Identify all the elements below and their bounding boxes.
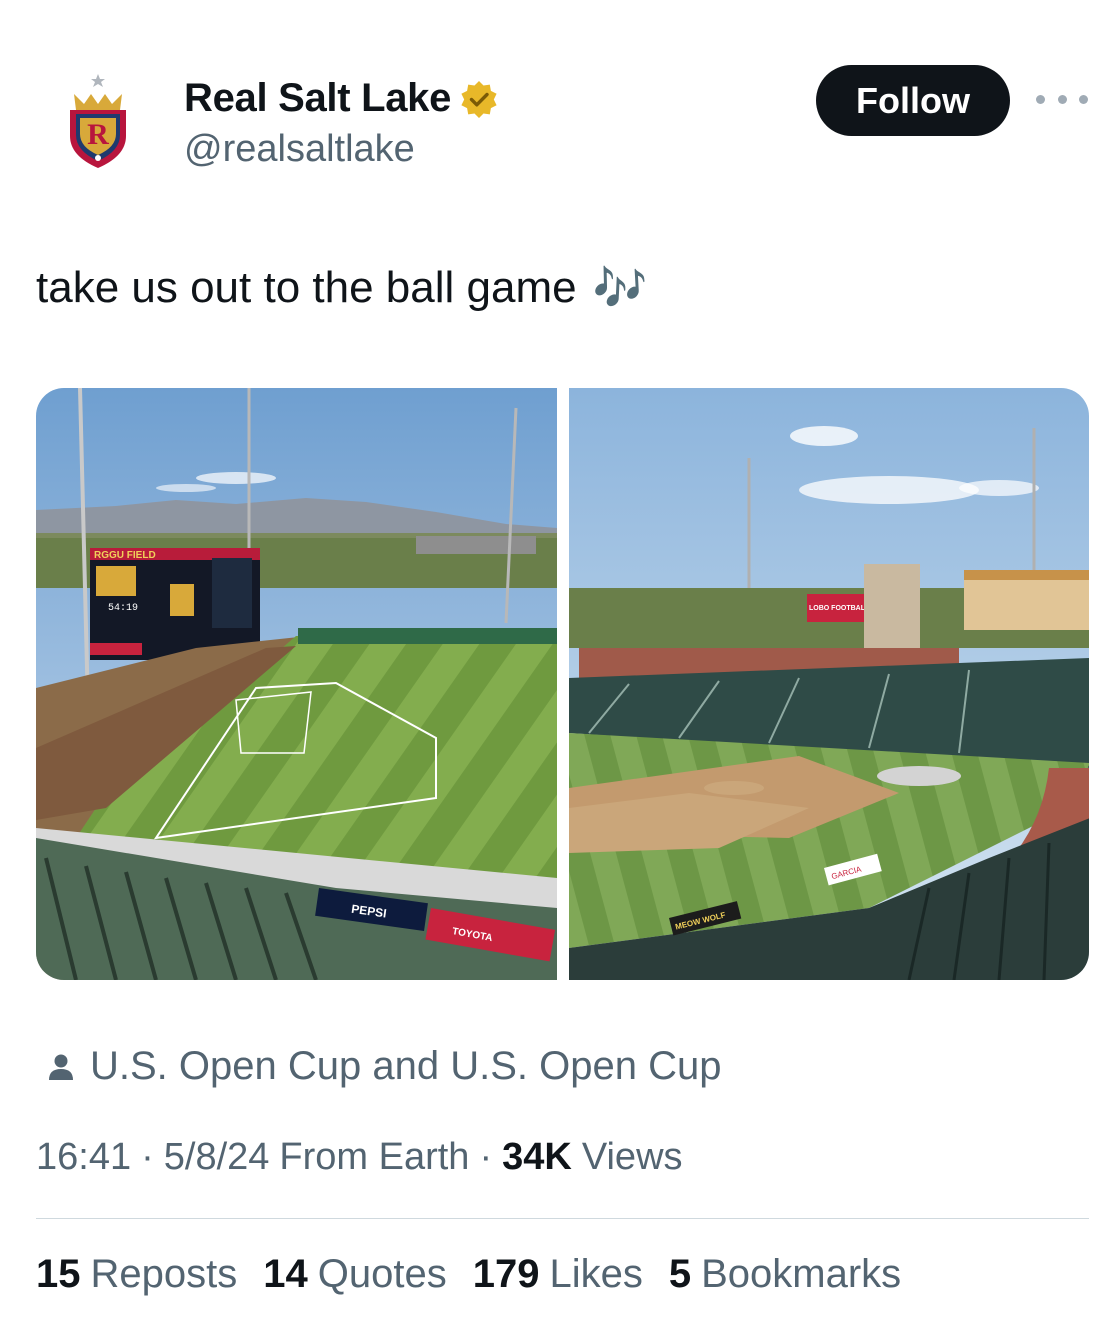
music-notes-emoji: 🎶	[592, 263, 648, 314]
likes-stat[interactable]: 179 Likes	[473, 1252, 643, 1297]
meta-separator: ·	[479, 1136, 493, 1178]
engagement-stats: 15 Reposts 14 Quotes 179 Likes 5 Bookmar…	[36, 1252, 927, 1297]
stadium-photo-left[interactable]: RGGU FIELD 54:19 PEPSI TOYOTA	[36, 388, 557, 980]
views-label: Views	[581, 1136, 683, 1178]
more-dots-icon[interactable]	[1036, 84, 1088, 114]
quotes-count: 14	[263, 1252, 308, 1296]
dot	[1036, 94, 1045, 104]
board-banner: RGGU FIELD	[94, 550, 156, 561]
likes-label: Likes	[549, 1252, 643, 1296]
media-grid: RGGU FIELD 54:19 PEPSI TOYOTA LOBO FOOTB…	[36, 388, 1089, 980]
bookmarks-label: Bookmarks	[701, 1252, 902, 1296]
verified-gold-badge-icon	[461, 80, 497, 118]
scoreboard-clock: 54:19	[108, 603, 138, 614]
bookmarks-stat[interactable]: 5 Bookmarks	[669, 1252, 901, 1297]
avatar[interactable]: R	[60, 70, 136, 170]
svg-text:R: R	[87, 118, 109, 151]
quotes-label: Quotes	[317, 1252, 447, 1296]
reposts-stat[interactable]: 15 Reposts	[36, 1252, 237, 1297]
stadium-photo-right[interactable]: LOBO FOOTBALL GARCIA MEOW WOLF	[568, 388, 1089, 980]
tweet-source: From Earth	[279, 1136, 470, 1178]
tagged-text[interactable]: U.S. Open Cup and U.S. Open Cup	[90, 1044, 721, 1089]
tweet-time[interactable]: 16:41	[36, 1136, 131, 1179]
tweet-text: take us out to the ball game 🎶	[36, 262, 647, 314]
tweet-body: take us out to the ball game	[36, 263, 577, 312]
follow-button[interactable]: Follow	[816, 65, 1010, 136]
likes-count: 179	[472, 1252, 540, 1296]
reposts-count: 15	[36, 1252, 81, 1296]
tweet-header: R Real Salt Lake @realsaltlake Follow	[0, 0, 1100, 200]
author-name-row[interactable]: Real Salt Lake	[184, 76, 499, 121]
tagged-users[interactable]: U.S. Open Cup and U.S. Open Cup	[46, 1044, 721, 1089]
tweet-date[interactable]: 5/8/24	[164, 1136, 270, 1179]
quotes-stat[interactable]: 14 Quotes	[263, 1252, 446, 1297]
dot	[1079, 94, 1088, 104]
views-count: 34K	[502, 1136, 572, 1178]
banner-lobo: LOBO FOOTBALL	[809, 605, 870, 612]
meta-separator: ·	[141, 1136, 154, 1178]
divider	[36, 1218, 1089, 1219]
rsl-crest-icon: R	[70, 74, 126, 168]
tweet-meta: 16:41 · 5/8/24 From Earth · 34K Views	[36, 1136, 683, 1179]
display-name[interactable]: Real Salt Lake	[184, 76, 451, 121]
bookmarks-count: 5	[668, 1252, 692, 1296]
reposts-label: Reposts	[90, 1252, 238, 1296]
person-icon	[49, 1054, 73, 1080]
dot	[1057, 94, 1067, 104]
author-handle[interactable]: @realsaltlake	[184, 128, 415, 171]
